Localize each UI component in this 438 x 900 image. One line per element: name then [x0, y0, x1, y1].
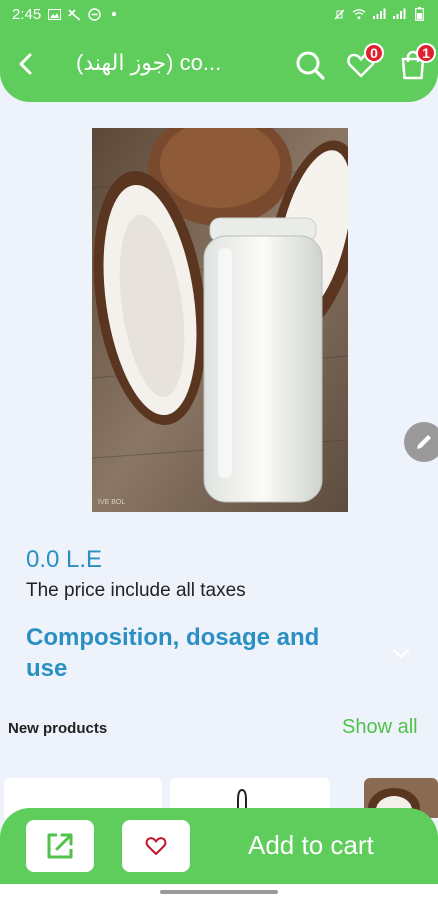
- composition-section-header[interactable]: Composition, dosage and use: [26, 622, 356, 684]
- status-left: 2:45: [12, 6, 121, 23]
- wishlist-count-badge: 0: [364, 43, 384, 63]
- favorite-button[interactable]: [122, 820, 190, 872]
- product-price: 0.0 L.E: [26, 546, 103, 573]
- bottom-action-bar: Add to cart: [0, 808, 438, 884]
- cart-button[interactable]: 1: [396, 43, 436, 83]
- svg-text:IVE BOL: IVE BOL: [98, 499, 125, 506]
- vibrate-icon: [332, 7, 346, 21]
- share-button[interactable]: [26, 820, 94, 872]
- back-button[interactable]: [10, 48, 42, 80]
- page-title: (جوز الهند) co...: [76, 50, 222, 75]
- gallery-notification-icon: [47, 7, 61, 21]
- heart-outline-icon: [145, 837, 167, 855]
- chevron-left-icon: [19, 53, 32, 75]
- status-bar: 2:45: [0, 0, 438, 28]
- edit-floating-button[interactable]: [404, 422, 438, 462]
- system-nav-area: [0, 884, 438, 900]
- signal-icon: [372, 7, 386, 21]
- wishlist-button[interactable]: 0: [344, 43, 384, 83]
- new-products-title: New products: [8, 720, 108, 737]
- status-right: [332, 7, 426, 21]
- add-to-cart-button[interactable]: Add to cart: [248, 830, 374, 861]
- battery-icon: [412, 7, 426, 21]
- share-external-icon: [47, 833, 73, 859]
- show-all-link[interactable]: Show all: [342, 716, 418, 739]
- product-image[interactable]: IVE BOL: [92, 128, 348, 512]
- do-not-disturb-icon: [87, 7, 101, 21]
- coconut-oil-photo: IVE BOL: [92, 128, 348, 512]
- app-header: (جوز الهند) co... 0 1: [0, 28, 438, 102]
- signal-icon-2: [392, 7, 406, 21]
- pencil-icon: [417, 435, 431, 449]
- home-gesture-pill[interactable]: [160, 890, 278, 894]
- search-button[interactable]: [292, 47, 328, 83]
- search-icon: [296, 51, 325, 80]
- missed-call-icon: [67, 7, 81, 21]
- cart-count-badge: 1: [416, 43, 436, 63]
- chevron-down-icon[interactable]: [390, 642, 412, 664]
- notification-dot-icon: [107, 7, 121, 21]
- tax-note: The price include all taxes: [26, 580, 246, 601]
- wifi-icon: [352, 7, 366, 21]
- status-time: 2:45: [12, 5, 42, 23]
